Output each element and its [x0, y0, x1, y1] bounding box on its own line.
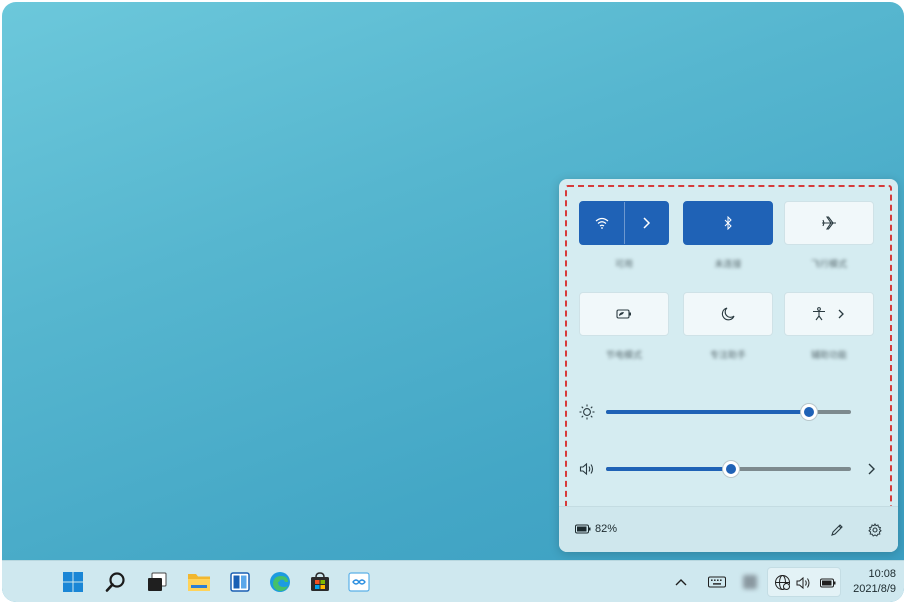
battery-status[interactable]: 82%: [575, 523, 617, 535]
volume-track[interactable]: [606, 461, 851, 477]
app-icon[interactable]: [347, 570, 371, 594]
tile-label-wifi: 可用: [614, 259, 633, 269]
volume-icon: [796, 576, 810, 590]
battery-saver-icon: [616, 309, 631, 319]
desktop: 可用 未连接 飞行模式 节电模式 专注助手 辅助功能 82% 10:08 202…: [2, 2, 904, 602]
battery-icon: [575, 524, 591, 534]
volume-output-chevron-icon[interactable]: [866, 463, 876, 475]
moon-icon: [721, 307, 735, 321]
tile-wifi[interactable]: [579, 201, 669, 245]
wifi-icon: [595, 217, 609, 229]
brightness-fill: [606, 410, 810, 414]
edge-icon[interactable]: [268, 570, 292, 594]
file-explorer-icon[interactable]: [187, 570, 211, 594]
widgets-icon[interactable]: [228, 570, 252, 594]
speaker-icon: [579, 462, 594, 476]
airplane-icon: [822, 216, 836, 230]
volume-fill: [606, 467, 731, 471]
search-icon[interactable]: [104, 570, 128, 594]
blurred-icon[interactable]: [738, 570, 762, 594]
volume-thumb[interactable]: [722, 461, 739, 477]
store-icon[interactable]: [308, 570, 332, 594]
task-view-icon[interactable]: [145, 570, 169, 594]
windows-start-icon[interactable]: [61, 570, 85, 594]
system-tray-button[interactable]: [767, 567, 841, 597]
quick-settings-panel: 可用 未连接 飞行模式 节电模式 专注助手 辅助功能 82%: [559, 179, 898, 552]
wifi-toggle[interactable]: [580, 202, 624, 244]
clock-time: 10:08: [868, 568, 896, 580]
wifi-expand-button[interactable]: [625, 202, 669, 244]
tile-battery-saver[interactable]: [579, 292, 669, 336]
tile-airplane[interactable]: [784, 201, 874, 245]
clock-date: 2021/8/9: [853, 583, 896, 595]
tile-accessibility[interactable]: [784, 292, 874, 336]
volume-slider[interactable]: [579, 459, 879, 479]
tile-label-focus: 专注助手: [709, 350, 746, 360]
tile-label-battery-saver: 节电模式: [605, 350, 642, 360]
battery-icon: [820, 578, 836, 588]
tile-focus[interactable]: [683, 292, 773, 336]
brightness-thumb[interactable]: [801, 404, 818, 420]
network-icon: [775, 575, 790, 590]
battery-percent: 82%: [595, 523, 618, 535]
tile-bluetooth[interactable]: [683, 201, 773, 245]
bluetooth-icon: [724, 216, 732, 230]
sun-icon: [579, 404, 595, 420]
tile-label-bluetooth: 未连接: [714, 259, 742, 269]
taskbar: 10:08 2021/8/9: [2, 560, 904, 602]
chevron-up-icon[interactable]: [669, 570, 693, 594]
pencil-icon[interactable]: [830, 523, 844, 537]
brightness-slider[interactable]: [579, 402, 879, 422]
clock[interactable]: 10:08 2021/8/9: [853, 567, 896, 597]
keyboard-icon[interactable]: [705, 570, 729, 594]
tile-label-accessibility: 辅助功能: [810, 350, 847, 360]
tile-label-airplane: 飞行模式: [810, 259, 847, 269]
accessibility-icon: [813, 307, 825, 321]
gear-icon[interactable]: [868, 523, 882, 537]
brightness-track[interactable]: [606, 404, 851, 420]
chevron-right-icon: [838, 309, 844, 319]
chevron-right-icon: [643, 217, 651, 229]
quick-settings-footer: 82%: [559, 506, 898, 552]
